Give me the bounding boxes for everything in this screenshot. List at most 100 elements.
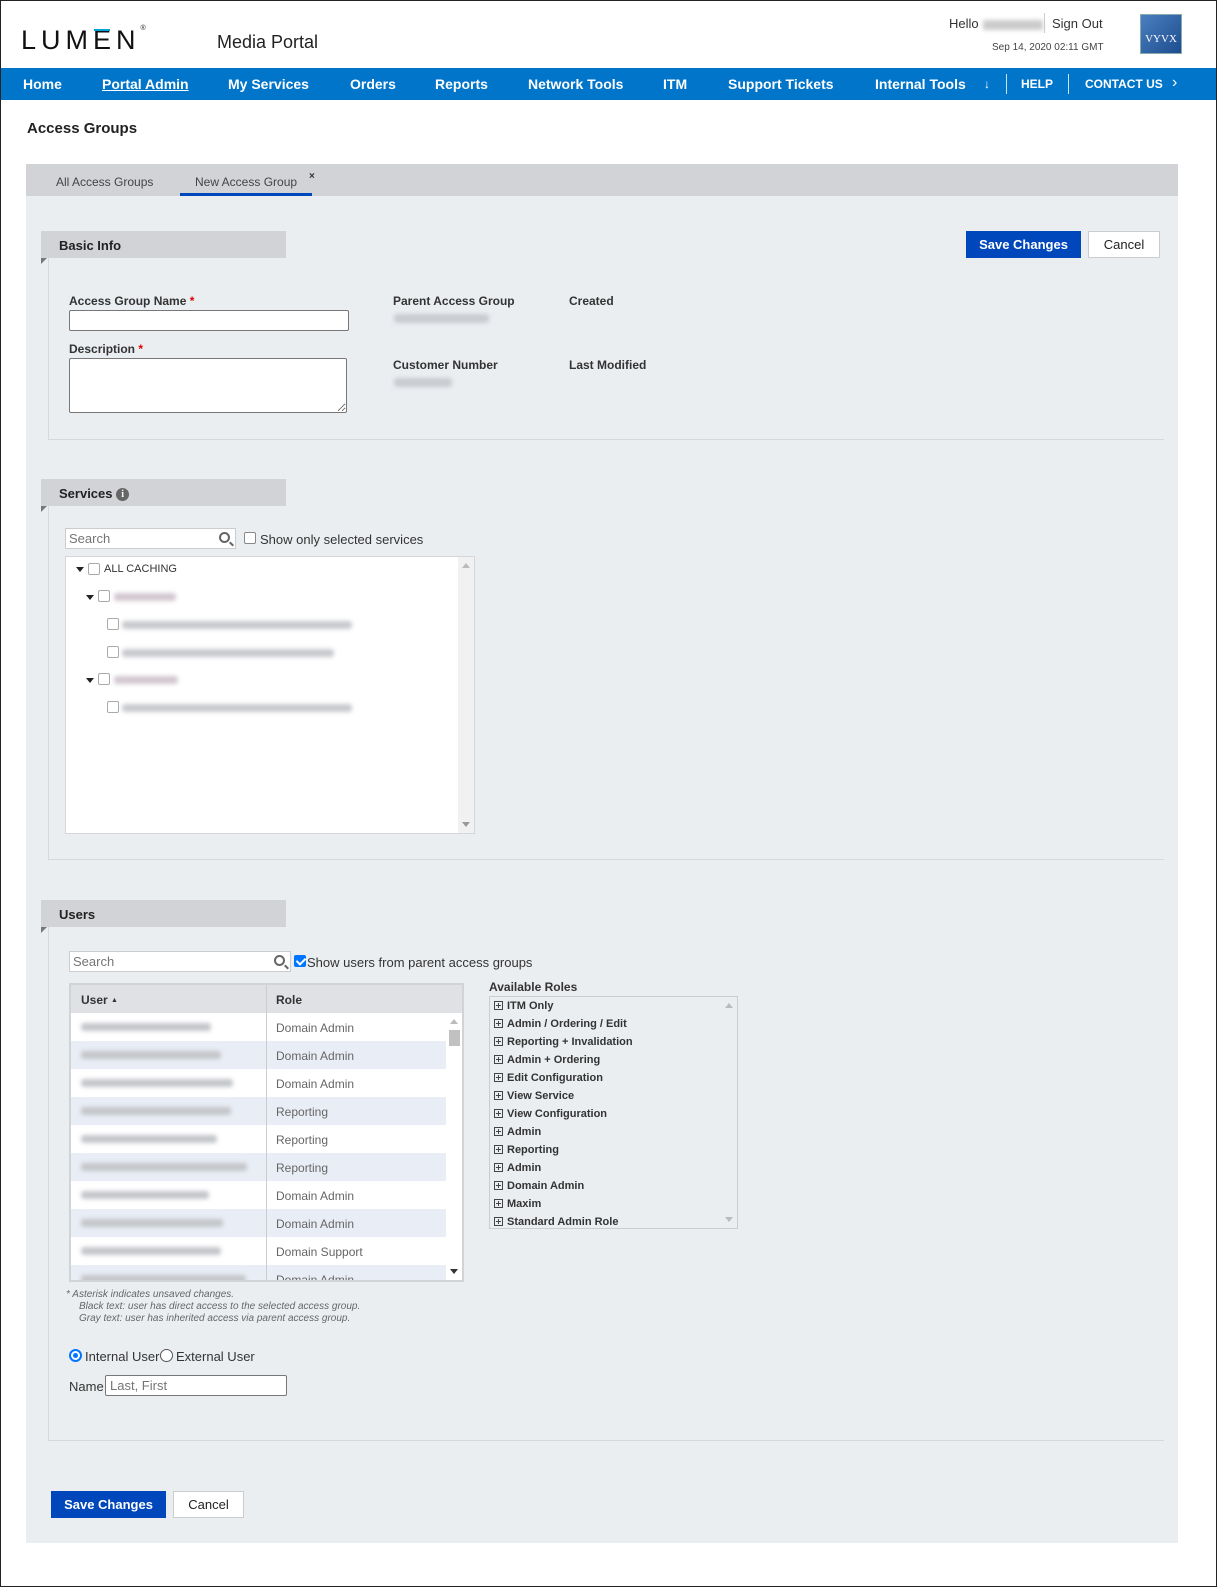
show-only-selected-label: Show only selected services (260, 532, 424, 547)
scroll-up-icon[interactable] (725, 1003, 733, 1008)
table-row[interactable]: Reporting (71, 1153, 447, 1181)
show-parent-users-checkbox[interactable] (294, 955, 306, 967)
tab-new-access-group[interactable]: New Access Group (180, 175, 313, 196)
expand-service-group-icon[interactable] (86, 678, 94, 683)
role-item[interactable]: Edit Configuration (494, 1072, 603, 1084)
cancel-button-bottom[interactable]: Cancel (173, 1491, 244, 1518)
table-row[interactable]: Domain Admin (71, 1013, 447, 1041)
expand-plus-icon[interactable] (494, 1127, 503, 1136)
save-changes-button-bottom[interactable]: Save Changes (51, 1491, 166, 1518)
expand-plus-icon[interactable] (494, 1181, 503, 1190)
nav-reports[interactable]: Reports (435, 76, 488, 92)
nav-help[interactable]: HELP (1021, 77, 1053, 91)
description-textarea[interactable] (69, 358, 347, 413)
service-checkbox[interactable] (107, 646, 119, 658)
role-item[interactable]: View Service (494, 1090, 574, 1102)
expand-plus-icon[interactable] (494, 1091, 503, 1100)
nav-overflow-icon[interactable]: ↓ (984, 77, 990, 91)
all-caching-checkbox[interactable] (88, 563, 100, 575)
search-icon[interactable] (274, 955, 285, 966)
cancel-button-top[interactable]: Cancel (1088, 231, 1160, 258)
header: LUMEN® Media Portal Hello Sign Out Sep 1… (1, 1, 1216, 68)
role-item[interactable]: View Configuration (494, 1108, 607, 1120)
users-table: User ▲ Role Domain Admin Domain Admin Do… (69, 983, 464, 1282)
nav-internal-tools[interactable]: Internal Tools (875, 76, 966, 92)
services-scrollbar[interactable] (458, 557, 474, 833)
nav-my-services[interactable]: My Services (228, 76, 309, 92)
table-row[interactable]: Domain Admin (71, 1265, 447, 1280)
expand-plus-icon[interactable] (494, 1037, 503, 1046)
nav-contact-us[interactable]: CONTACT US (1085, 77, 1163, 91)
expand-plus-icon[interactable] (494, 1073, 503, 1082)
nav-network-tools[interactable]: Network Tools (528, 76, 623, 92)
internal-user-radio[interactable] (69, 1349, 82, 1362)
expand-plus-icon[interactable] (494, 1145, 503, 1154)
role-item[interactable]: Admin (494, 1126, 541, 1138)
search-icon[interactable] (219, 532, 230, 543)
expand-plus-icon[interactable] (494, 1001, 503, 1010)
users-search[interactable] (69, 951, 291, 972)
role-item[interactable]: Standard Admin Role (494, 1216, 618, 1228)
expand-plus-icon[interactable] (494, 1055, 503, 1064)
nav-portal-admin[interactable]: Portal Admin (102, 76, 189, 92)
scroll-down-icon[interactable] (450, 1269, 458, 1274)
role-item[interactable]: Reporting (494, 1144, 559, 1156)
table-row[interactable]: Domain Admin (71, 1209, 447, 1237)
service-group-checkbox[interactable] (98, 673, 110, 685)
table-row[interactable]: Domain Admin (71, 1181, 447, 1209)
nav-support-tickets[interactable]: Support Tickets (728, 76, 834, 92)
column-divider (266, 1209, 267, 1237)
table-row[interactable]: Domain Admin (71, 1069, 447, 1097)
sign-out-link[interactable]: Sign Out (1052, 16, 1103, 31)
expand-plus-icon[interactable] (494, 1163, 503, 1172)
nav-itm[interactable]: ITM (663, 76, 687, 92)
close-tab-icon[interactable]: × (309, 171, 315, 182)
save-changes-button-top[interactable]: Save Changes (966, 231, 1081, 258)
nav-home[interactable]: Home (23, 76, 62, 92)
nav-orders[interactable]: Orders (350, 76, 396, 92)
role-item[interactable]: Admin / Ordering / Edit (494, 1018, 627, 1030)
info-icon[interactable]: i (116, 488, 130, 501)
column-header-role[interactable]: Role (276, 993, 302, 1007)
expand-plus-icon[interactable] (494, 1019, 503, 1028)
role-item[interactable]: Admin + Ordering (494, 1054, 600, 1066)
service-group-checkbox[interactable] (98, 590, 110, 602)
chevron-right-icon[interactable]: › (1172, 74, 1177, 92)
lumen-logo[interactable]: LUMEN® (21, 25, 146, 56)
role-item[interactable]: Reporting + Invalidation (494, 1036, 633, 1048)
role-item[interactable]: ITM Only (494, 1000, 553, 1012)
expand-plus-icon[interactable] (494, 1109, 503, 1118)
table-row[interactable]: Domain Support (71, 1237, 447, 1265)
greeting: Hello (949, 16, 1043, 31)
expand-all-caching-icon[interactable] (76, 567, 84, 572)
expand-plus-icon[interactable] (494, 1217, 503, 1226)
user-email-redacted (81, 1051, 221, 1059)
services-search-input[interactable] (66, 529, 235, 548)
users-search-input[interactable] (70, 952, 290, 971)
scroll-down-icon[interactable] (725, 1217, 733, 1222)
table-row[interactable]: Reporting (71, 1097, 447, 1125)
services-search[interactable] (65, 528, 236, 549)
role-item[interactable]: Admin (494, 1162, 541, 1174)
users-scrollbar[interactable] (446, 1013, 462, 1280)
table-row[interactable]: Domain Admin (71, 1041, 447, 1069)
expand-plus-icon[interactable] (494, 1199, 503, 1208)
service-checkbox[interactable] (107, 701, 119, 713)
external-user-radio[interactable] (160, 1349, 173, 1362)
user-name-input[interactable] (105, 1375, 287, 1396)
table-row[interactable]: Reporting (71, 1125, 447, 1153)
show-only-selected-checkbox[interactable] (244, 532, 256, 544)
nav-divider (1006, 74, 1007, 94)
role-item[interactable]: Domain Admin (494, 1180, 584, 1192)
scroll-down-icon[interactable] (462, 822, 470, 827)
access-group-name-input[interactable] (69, 310, 349, 331)
tab-all-access-groups[interactable]: All Access Groups (56, 175, 153, 189)
roles-scrollbar[interactable] (721, 997, 737, 1228)
scroll-up-icon[interactable] (462, 563, 470, 568)
scroll-thumb[interactable] (449, 1030, 460, 1046)
role-item[interactable]: Maxim (494, 1198, 541, 1210)
service-checkbox[interactable] (107, 618, 119, 630)
column-header-user[interactable]: User ▲ (81, 993, 118, 1007)
expand-service-group-icon[interactable] (86, 595, 94, 600)
scroll-up-icon[interactable] (450, 1019, 458, 1024)
